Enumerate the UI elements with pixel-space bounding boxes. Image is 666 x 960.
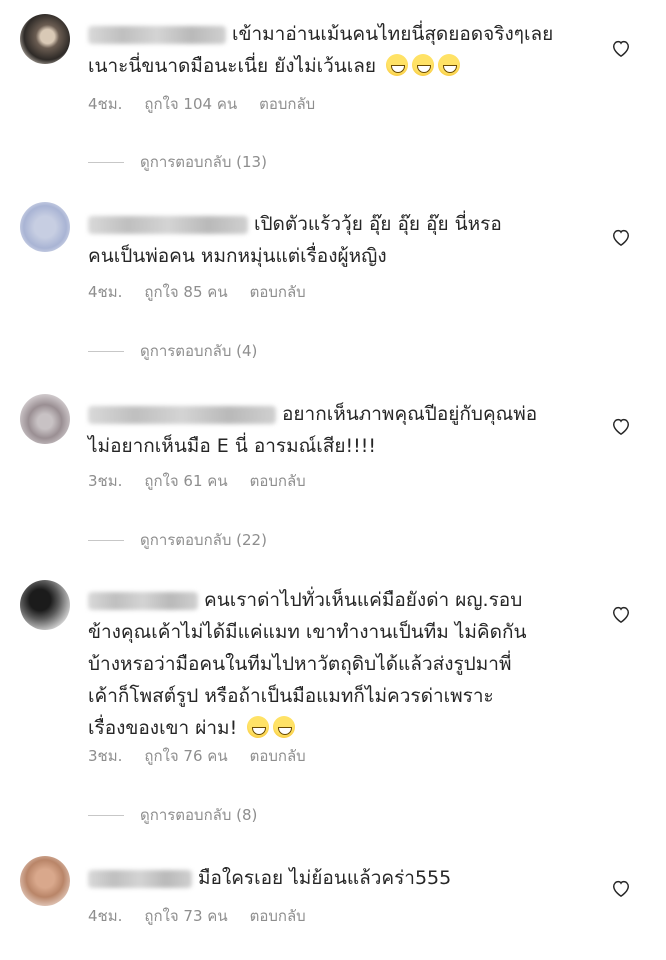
grinning-face-icon (247, 716, 270, 738)
comment-meta: 4ชม. ถูกใจ 73 คน ตอบกลับ (88, 904, 306, 928)
comment-text: เปิดตัวแร้ววุ้ย อุ๊ย อุ๊ย อุ๊ย นี่หรอ คน… (88, 213, 502, 267)
comment-text: อยากเห็นภาพคุณปีอยู่กับคุณพ่อ ไม่อยากเห็… (88, 403, 538, 457)
avatar[interactable] (20, 14, 70, 64)
view-replies-button[interactable]: ดูการตอบกลับ (13) (88, 150, 267, 174)
comment-meta: 3ชม. ถูกใจ 61 คน ตอบกลับ (88, 469, 306, 493)
view-replies-button[interactable]: ดูการตอบกลับ (8) (88, 803, 257, 827)
like-count[interactable]: ถูกใจ 76 คน (144, 744, 227, 768)
username-blurred[interactable] (88, 215, 248, 234)
comment-meta: 4ชม. ถูกใจ 85 คน ตอบกลับ (88, 280, 306, 304)
username-blurred[interactable] (88, 25, 226, 44)
avatar[interactable] (20, 202, 70, 252)
reply-button[interactable]: ตอบกลับ (250, 469, 306, 493)
reply-button[interactable]: ตอบกลับ (250, 904, 306, 928)
view-replies-button[interactable]: ดูการตอบกลับ (22) (88, 528, 267, 552)
comment-text: คนเราด่าไปทั่วเห็นแค่มือยังด่า ผญ.รอบ ข้… (88, 589, 527, 739)
grinning-face-icon (412, 54, 435, 76)
comment-time: 4ชม. (88, 95, 123, 113)
avatar[interactable] (20, 856, 70, 906)
avatar[interactable] (20, 580, 70, 630)
heart-outline-icon[interactable] (610, 38, 632, 58)
comment-time: 4ชม. (88, 907, 123, 925)
comment-text: มือใครเอย ไม่ย้อนแล้วคร่า555 (88, 862, 598, 894)
divider-line (88, 814, 124, 816)
like-count[interactable]: ถูกใจ 85 คน (144, 280, 227, 304)
reply-button[interactable]: ตอบกลับ (250, 280, 306, 304)
grinning-face-icon (438, 54, 461, 76)
heart-outline-icon[interactable] (610, 227, 632, 247)
divider-line (88, 539, 124, 541)
comment-time: 3ชม. (88, 472, 123, 490)
heart-outline-icon[interactable] (610, 416, 632, 436)
like-count[interactable]: ถูกใจ 61 คน (144, 469, 227, 493)
avatar[interactable] (20, 394, 70, 444)
view-replies-button[interactable]: ดูการตอบกลับ (4) (88, 339, 257, 363)
reply-button[interactable]: ตอบกลับ (259, 92, 315, 116)
username-blurred[interactable] (88, 869, 192, 888)
reply-button[interactable]: ตอบกลับ (250, 744, 306, 768)
comment-meta: 4ชม. ถูกใจ 104 คน ตอบกลับ (88, 92, 315, 116)
comment-text: เข้ามาอ่านเม้นคนไทยนี่สุดยอดจริงๆเลย เนา… (88, 23, 554, 77)
username-blurred[interactable] (88, 405, 276, 424)
comment-time: 4ชม. (88, 283, 123, 301)
grinning-face-icon (273, 716, 296, 738)
heart-outline-icon[interactable] (610, 878, 632, 898)
comment-time: 3ชม. (88, 747, 123, 765)
heart-outline-icon[interactable] (610, 604, 632, 624)
like-count[interactable]: ถูกใจ 73 คน (144, 904, 227, 928)
like-count[interactable]: ถูกใจ 104 คน (144, 92, 237, 116)
comment-meta: 3ชม. ถูกใจ 76 คน ตอบกลับ (88, 744, 306, 768)
username-blurred[interactable] (88, 591, 198, 610)
divider-line (88, 161, 124, 163)
divider-line (88, 350, 124, 352)
grinning-face-icon (386, 54, 409, 76)
